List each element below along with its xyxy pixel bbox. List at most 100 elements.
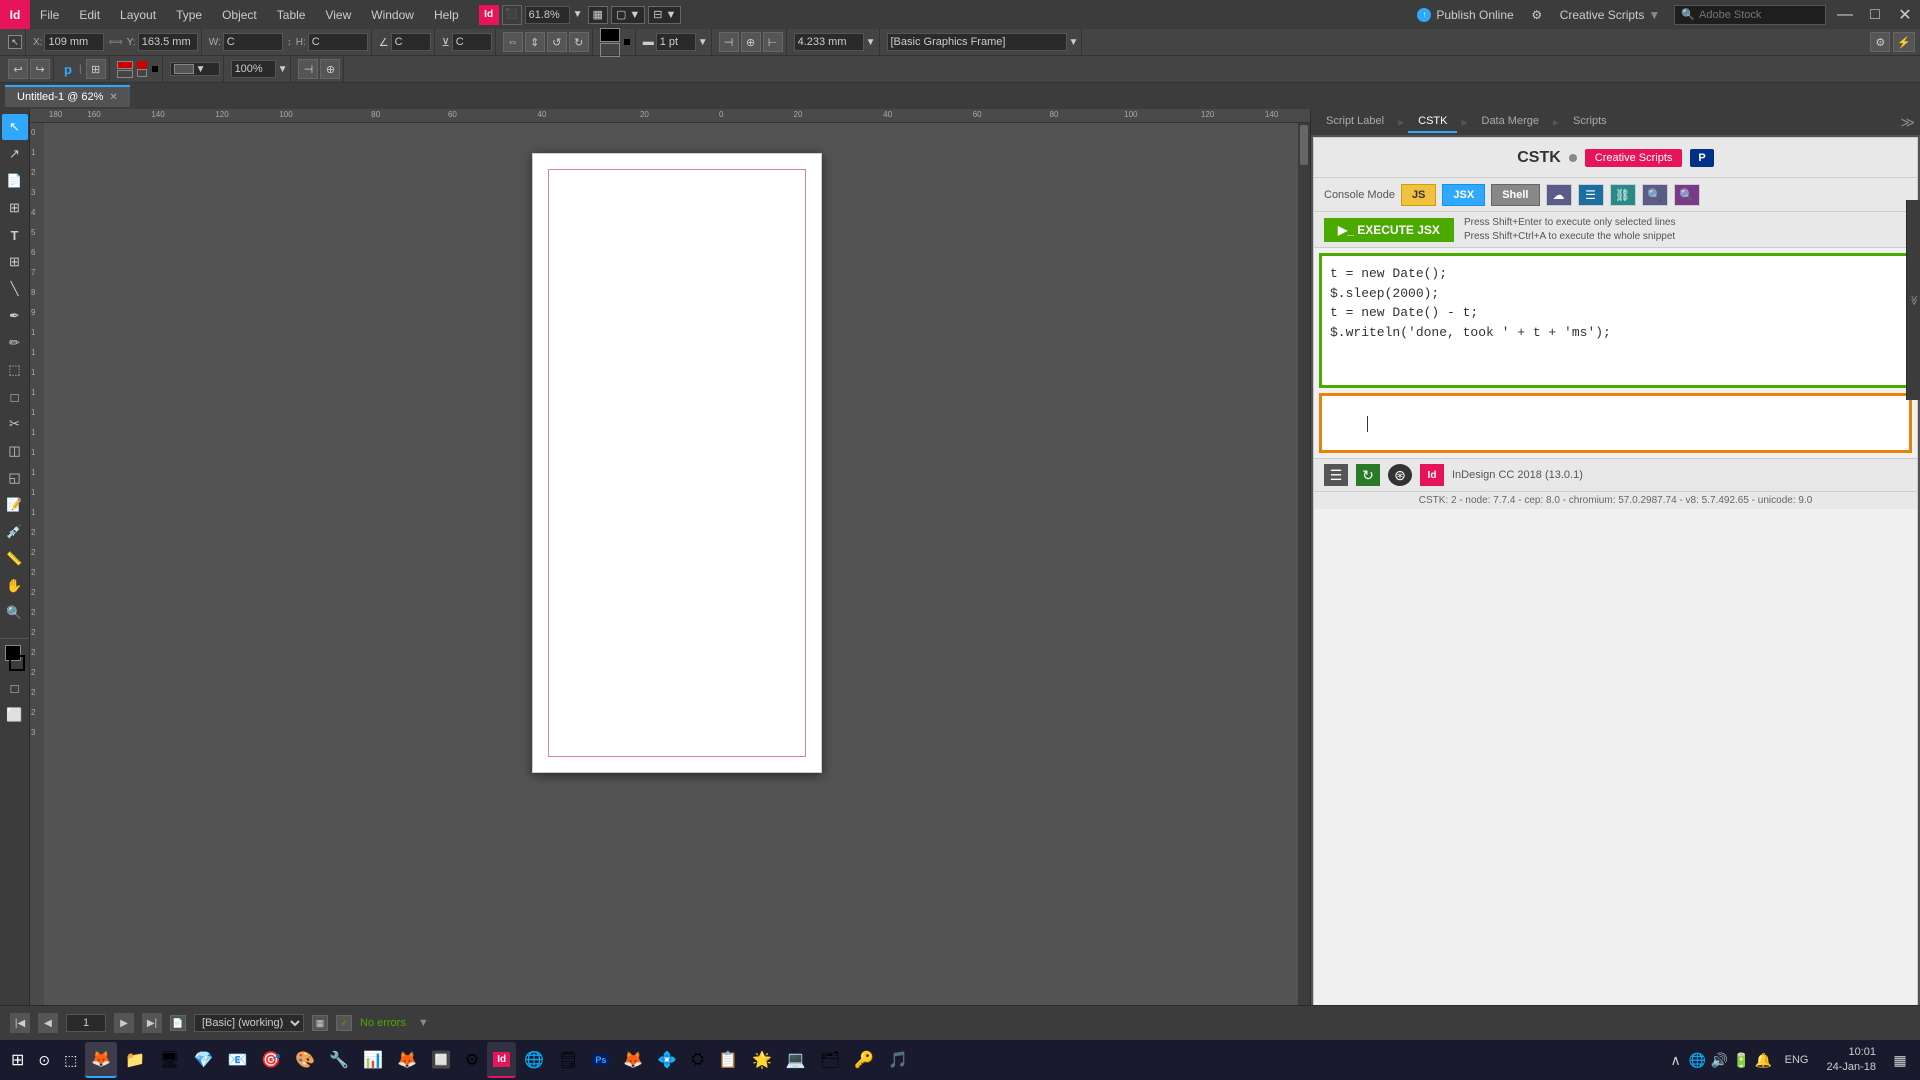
menu-help[interactable]: Help <box>424 0 469 29</box>
normal-view-btn[interactable]: □ <box>2 675 28 701</box>
redo-btn[interactable]: ↪ <box>30 59 50 79</box>
menu-type[interactable]: Type <box>166 0 212 29</box>
pct-chevron[interactable]: ▼ <box>278 64 288 75</box>
taskbar-app-12[interactable]: ⚙ <box>459 1042 485 1078</box>
note-tool[interactable]: 📝 <box>2 492 28 518</box>
tray-chevron[interactable]: ∧ <box>1666 1050 1686 1070</box>
start-button[interactable]: ⊞ <box>5 1042 30 1078</box>
settings-icon[interactable]: ⚙ <box>1524 0 1550 29</box>
mode-icon-link[interactable]: ⛓ <box>1610 184 1636 206</box>
measure-tool[interactable]: 📏 <box>2 546 28 572</box>
close-button[interactable]: ✕ <box>1890 0 1920 29</box>
coord-chevron[interactable]: ▼ <box>866 37 876 48</box>
last-page-btn[interactable]: ▶| <box>142 1013 162 1033</box>
scroll-v-thumb[interactable] <box>1300 125 1308 165</box>
taskbar-search[interactable]: ⊙ <box>32 1042 56 1078</box>
tray-notif[interactable]: 🔔 <box>1754 1050 1774 1070</box>
bold-btn[interactable]: p <box>61 62 75 77</box>
tool-mode-icon[interactable]: ↖ <box>8 35 22 49</box>
adobe-stock-input[interactable] <box>1699 9 1819 21</box>
rotate-ccw-btn[interactable]: ↺ <box>547 32 567 52</box>
mode-js-btn[interactable]: JS <box>1401 184 1436 206</box>
coord-input[interactable] <box>794 33 864 51</box>
undo-btn[interactable]: ↩ <box>8 59 28 79</box>
stroke-tool[interactable] <box>9 655 25 671</box>
tray-network[interactable]: 🌐 <box>1688 1050 1708 1070</box>
zoom-dropdown-icon[interactable]: ▼ <box>573 9 583 20</box>
mode-icon-search1[interactable]: 🔍 <box>1642 184 1668 206</box>
zoom-tool[interactable]: 🔍 <box>2 600 28 626</box>
taskbar-app-10[interactable]: 🦊 <box>391 1042 423 1078</box>
pct-input[interactable] <box>231 60 276 78</box>
taskbar-app-3[interactable]: 🖥 <box>153 1042 185 1078</box>
rect-frame-tool[interactable]: ⬚ <box>2 357 28 383</box>
taskbar-app-20[interactable]: 💻 <box>780 1042 812 1078</box>
paypal-btn[interactable]: P <box>1690 149 1713 167</box>
y-input[interactable] <box>138 33 198 51</box>
menu-edit[interactable]: Edit <box>69 0 110 29</box>
pen-tool[interactable]: ✒ <box>2 303 28 329</box>
gradient-feather-tool[interactable]: ◱ <box>2 465 28 491</box>
pages-icon[interactable]: 📄 <box>170 1015 186 1031</box>
panel-tab-script-label[interactable]: Script Label <box>1316 111 1394 133</box>
h-input[interactable] <box>308 33 368 51</box>
taskbar-app-22[interactable]: 🔑 <box>848 1042 880 1078</box>
page-tool[interactable]: 📄 <box>2 168 28 194</box>
menu-table[interactable]: Table <box>267 0 316 29</box>
align-left-btn[interactable]: ⊣ <box>719 32 739 52</box>
frame-style-input[interactable] <box>887 33 1067 51</box>
menu-object[interactable]: Object <box>212 0 267 29</box>
taskbar-app-21[interactable]: 🗂 <box>814 1042 846 1078</box>
mode-icon-bookmark[interactable]: ☰ <box>1578 184 1604 206</box>
panel-tab-cstk[interactable]: CSTK <box>1408 111 1457 133</box>
footer-list-btn[interactable]: ☰ <box>1324 464 1348 486</box>
footer-refresh-btn[interactable]: ↻ <box>1356 464 1380 486</box>
tray-battery[interactable]: 🔋 <box>1732 1050 1752 1070</box>
publish-online-button[interactable]: ↑ Publish Online <box>1407 0 1523 29</box>
output-area[interactable] <box>1319 393 1912 453</box>
status-check-icon[interactable]: ✓ <box>336 1015 352 1031</box>
taskbar-app-5[interactable]: 📧 <box>221 1042 253 1078</box>
panel-tab-scripts[interactable]: Scripts <box>1563 111 1617 133</box>
taskbar-app-7[interactable]: 🎨 <box>289 1042 321 1078</box>
creative-scripts-panel-btn[interactable]: Creative Scripts <box>1585 149 1683 167</box>
rect-tool[interactable]: □ <box>2 384 28 410</box>
menu-window[interactable]: Window <box>361 0 424 29</box>
code-editor[interactable]: t = new Date(); $.sleep(2000); t = new D… <box>1319 253 1912 388</box>
angle-input[interactable] <box>391 33 431 51</box>
pencil-tool[interactable]: ✏ <box>2 330 28 356</box>
panel-tab-data-merge[interactable]: Data Merge <box>1472 111 1549 133</box>
taskbar-app-files[interactable]: 📁 <box>119 1042 151 1078</box>
gap-tool[interactable]: ⊞ <box>2 195 28 221</box>
scissors-tool[interactable]: ✂ <box>2 411 28 437</box>
mode-jsx-btn[interactable]: JSX <box>1442 184 1485 206</box>
layout-dropdown[interactable]: [Basic] (working) <box>194 1014 304 1032</box>
scroll-v[interactable] <box>1298 123 1310 1019</box>
taskbar-app-9[interactable]: 📊 <box>357 1042 389 1078</box>
flip-v-btn[interactable]: ⇕ <box>525 32 545 52</box>
taskbar-app-14[interactable]: 🗒 <box>552 1042 584 1078</box>
table-tool[interactable]: ⊞ <box>2 249 28 275</box>
align2-btn1[interactable]: ⊣ <box>298 59 318 79</box>
taskbar-app-15[interactable]: 🦊 <box>617 1042 649 1078</box>
menu-file[interactable]: File <box>30 0 69 29</box>
menu-view[interactable]: View <box>315 0 361 29</box>
adobe-stock-search-container[interactable]: 🔍 <box>1674 5 1826 25</box>
taskbar-task-view[interactable]: ⬚ <box>58 1042 83 1078</box>
toolbar-settings-btn[interactable]: ⚙ <box>1870 32 1890 52</box>
creative-scripts-button[interactable]: Creative Scripts ▼ <box>1550 0 1671 29</box>
style-btn2[interactable]: ⊞ <box>86 59 106 79</box>
select-tool[interactable]: ↖ <box>2 114 28 140</box>
res-btn[interactable]: ▦ <box>588 6 608 24</box>
maximize-button[interactable]: □ <box>1860 0 1890 29</box>
line-tool[interactable]: ╲ <box>2 276 28 302</box>
taskbar-app-18[interactable]: 📋 <box>712 1042 744 1078</box>
taskbar-app-ps[interactable]: Ps <box>586 1042 615 1078</box>
align-right-btn[interactable]: ⊢ <box>763 32 783 52</box>
layout-btn2[interactable]: ⊟ ▼ <box>648 6 681 24</box>
errors-chevron[interactable]: ▼ <box>418 1017 429 1029</box>
stroke-weight-input[interactable] <box>656 33 696 51</box>
x-input[interactable] <box>44 33 104 51</box>
frame-style-chevron[interactable]: ▼ <box>1069 37 1079 48</box>
mode-icon-search2[interactable]: 🔍 <box>1674 184 1700 206</box>
